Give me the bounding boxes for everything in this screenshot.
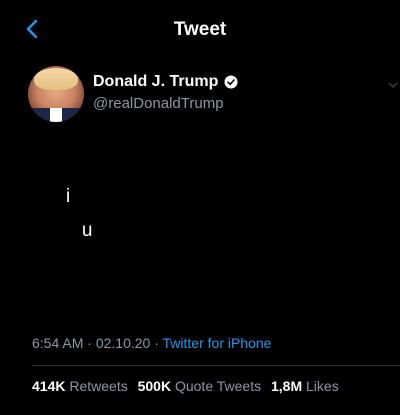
likes-stat[interactable]: 1,8M Likes: [271, 378, 339, 394]
quote-tweets-label: Quote Tweets: [174, 378, 262, 394]
avatar-collar: [50, 108, 62, 122]
tweet-time: 6:54 AM: [32, 335, 84, 351]
verified-badge-icon: [224, 75, 238, 89]
top-navigation-bar: Tweet: [0, 0, 400, 60]
more-chevron-icon[interactable]: [388, 80, 398, 90]
tweet-metadata: 6:54 AM · 02.10.20 · Twitter for iPhone: [32, 335, 271, 351]
tweet-text: i u: [66, 186, 93, 241]
retweets-label: Retweets: [69, 378, 128, 394]
tweet-date: 02.10.20: [95, 335, 151, 351]
meta-separator: ·: [83, 335, 96, 351]
divider: [32, 365, 400, 366]
quote-tweets-stat[interactable]: 500K Quote Tweets: [138, 378, 262, 394]
likes-count: 1,8M: [271, 378, 303, 394]
meta-separator: ·: [150, 335, 163, 351]
author-handle[interactable]: @realDonaldTrump: [93, 95, 224, 112]
likes-label: Likes: [306, 378, 339, 394]
tweet-source-link[interactable]: Twitter for iPhone: [163, 335, 272, 351]
avatar[interactable]: [28, 66, 84, 122]
retweets-count: 414K: [32, 378, 66, 394]
author-name[interactable]: Donald J. Trump: [93, 73, 218, 91]
page-title: Tweet: [173, 19, 227, 40]
retweets-stat[interactable]: 414K Retweets: [32, 378, 128, 394]
quote-tweets-count: 500K: [137, 378, 172, 394]
avatar-hair: [34, 68, 78, 90]
tweet-stats: 414K Retweets 500K Quote Tweets 1,8M Lik…: [32, 378, 345, 394]
